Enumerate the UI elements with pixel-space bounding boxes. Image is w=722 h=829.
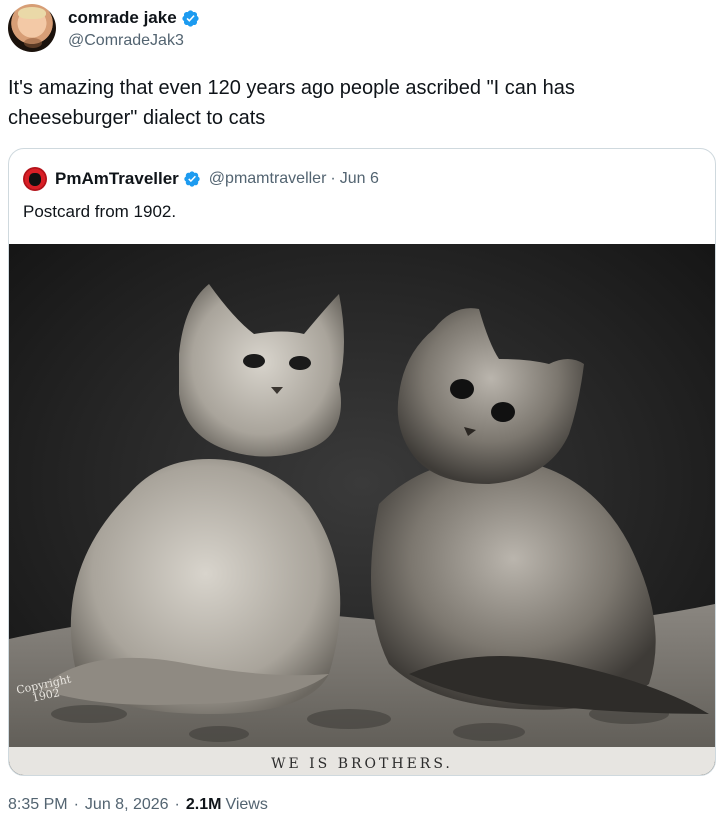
separator-dot: ·: [174, 796, 180, 813]
tweet-header: comrade jake @ComradeJak3: [8, 4, 200, 52]
quoted-tweet-date[interactable]: Jun 6: [340, 170, 379, 188]
quoted-author-handle[interactable]: @pmamtraveller: [209, 170, 327, 188]
quoted-tweet-card[interactable]: PmAmTraveller @pmamtraveller · Jun 6 Pos…: [8, 148, 716, 776]
author-display-name[interactable]: comrade jake: [68, 8, 177, 28]
quoted-tweet-text: Postcard from 1902.: [23, 202, 177, 221]
postcard-caption-strip: WE IS BROTHERS.: [9, 747, 715, 775]
quoted-author-name[interactable]: PmAmTraveller: [55, 169, 179, 189]
separator-dot: ·: [330, 170, 336, 187]
postcard-photo[interactable]: Copyright 1902 WE IS BROTHERS.: [9, 244, 715, 775]
author-avatar[interactable]: [8, 4, 56, 52]
tweet-date[interactable]: Jun 8, 2026: [85, 796, 169, 814]
views-label[interactable]: Views: [225, 796, 267, 814]
author-name-row: comrade jake: [68, 6, 200, 30]
postcard-caption: WE IS BROTHERS.: [271, 756, 453, 772]
postcard-photo-art: [9, 244, 715, 775]
tweet-text: It's amazing that even 120 years ago peo…: [8, 77, 575, 129]
tweet-metadata: 8:35 PM · Jun 8, 2026 · 2.1M Views: [8, 796, 268, 814]
verified-badge-icon: [184, 171, 200, 187]
author-names: comrade jake @ComradeJak3: [68, 6, 200, 50]
separator-dot: ·: [73, 796, 79, 813]
quoted-author-avatar[interactable]: [23, 167, 47, 191]
author-handle[interactable]: @ComradeJak3: [68, 32, 200, 50]
tweet-time[interactable]: 8:35 PM: [8, 796, 68, 814]
views-count[interactable]: 2.1M: [186, 796, 222, 814]
verified-badge-icon: [182, 9, 199, 27]
quoted-tweet-header: PmAmTraveller @pmamtraveller · Jun 6: [23, 167, 379, 191]
